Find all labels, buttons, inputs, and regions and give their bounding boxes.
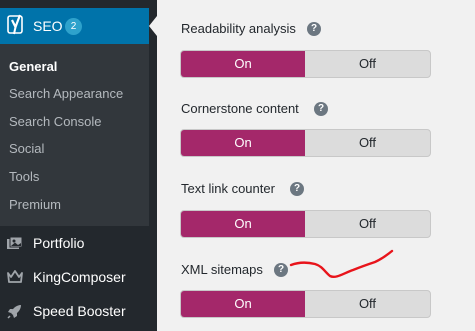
toggle-on-button[interactable]: On <box>181 51 305 77</box>
notification-badge: 2 <box>65 18 82 35</box>
kingcomposer-icon <box>7 270 23 283</box>
submenu-item-search-appearance[interactable]: Search Appearance <box>9 86 123 101</box>
help-icon[interactable]: ? <box>314 102 328 116</box>
help-icon[interactable]: ? <box>307 22 321 36</box>
submenu-item-social[interactable]: Social <box>9 141 44 156</box>
submenu-item-general[interactable]: General <box>9 59 57 74</box>
toggle-off-button[interactable]: Off <box>305 130 430 156</box>
sidebar-item-portfolio[interactable]: Portfolio <box>0 226 157 260</box>
rocket-icon <box>7 305 21 319</box>
sidebar-item-label: Speed Booster <box>33 303 126 319</box>
red-annotation-scribble <box>289 249 394 278</box>
sidebar-item-kingcomposer[interactable]: KingComposer <box>0 260 157 294</box>
setting-label-xml-sitemaps: XML sitemaps <box>181 262 263 277</box>
toggle-on-button[interactable]: On <box>181 291 305 317</box>
cornerstone-toggle: On Off <box>180 129 431 157</box>
toggle-on-button[interactable]: On <box>181 130 305 156</box>
toggle-off-button[interactable]: Off <box>305 51 430 77</box>
yoast-logo-icon <box>7 14 23 35</box>
sidebar-item-label: KingComposer <box>33 269 126 285</box>
xml-sitemaps-toggle: On Off <box>180 290 431 318</box>
setting-label-readability: Readability analysis <box>181 21 296 36</box>
admin-sidebar: SEO 2 General Search Appearance Search C… <box>0 0 157 331</box>
seo-submenu: General Search Appearance Search Console… <box>0 44 149 226</box>
setting-label-cornerstone: Cornerstone content <box>181 101 299 116</box>
readability-toggle: On Off <box>180 50 431 78</box>
toggle-on-button[interactable]: On <box>181 211 305 237</box>
toggle-off-button[interactable]: Off <box>305 211 430 237</box>
current-menu-arrow <box>149 16 157 36</box>
setting-label-text-link-counter: Text link counter <box>181 181 275 196</box>
submenu-item-premium[interactable]: Premium <box>9 197 61 212</box>
sidebar-item-label: Portfolio <box>33 235 85 251</box>
portfolio-icon <box>7 236 23 249</box>
sidebar-item-speed-booster[interactable]: Speed Booster <box>0 294 157 328</box>
sidebar-item-seo[interactable]: SEO 2 <box>0 8 149 44</box>
toggle-off-button[interactable]: Off <box>305 291 430 317</box>
sidebar-item-label: SEO <box>33 18 63 34</box>
submenu-item-search-console[interactable]: Search Console <box>9 114 102 129</box>
submenu-item-tools[interactable]: Tools <box>9 169 39 184</box>
help-icon[interactable]: ? <box>290 182 304 196</box>
help-icon[interactable]: ? <box>274 263 288 277</box>
text-link-counter-toggle: On Off <box>180 210 431 238</box>
